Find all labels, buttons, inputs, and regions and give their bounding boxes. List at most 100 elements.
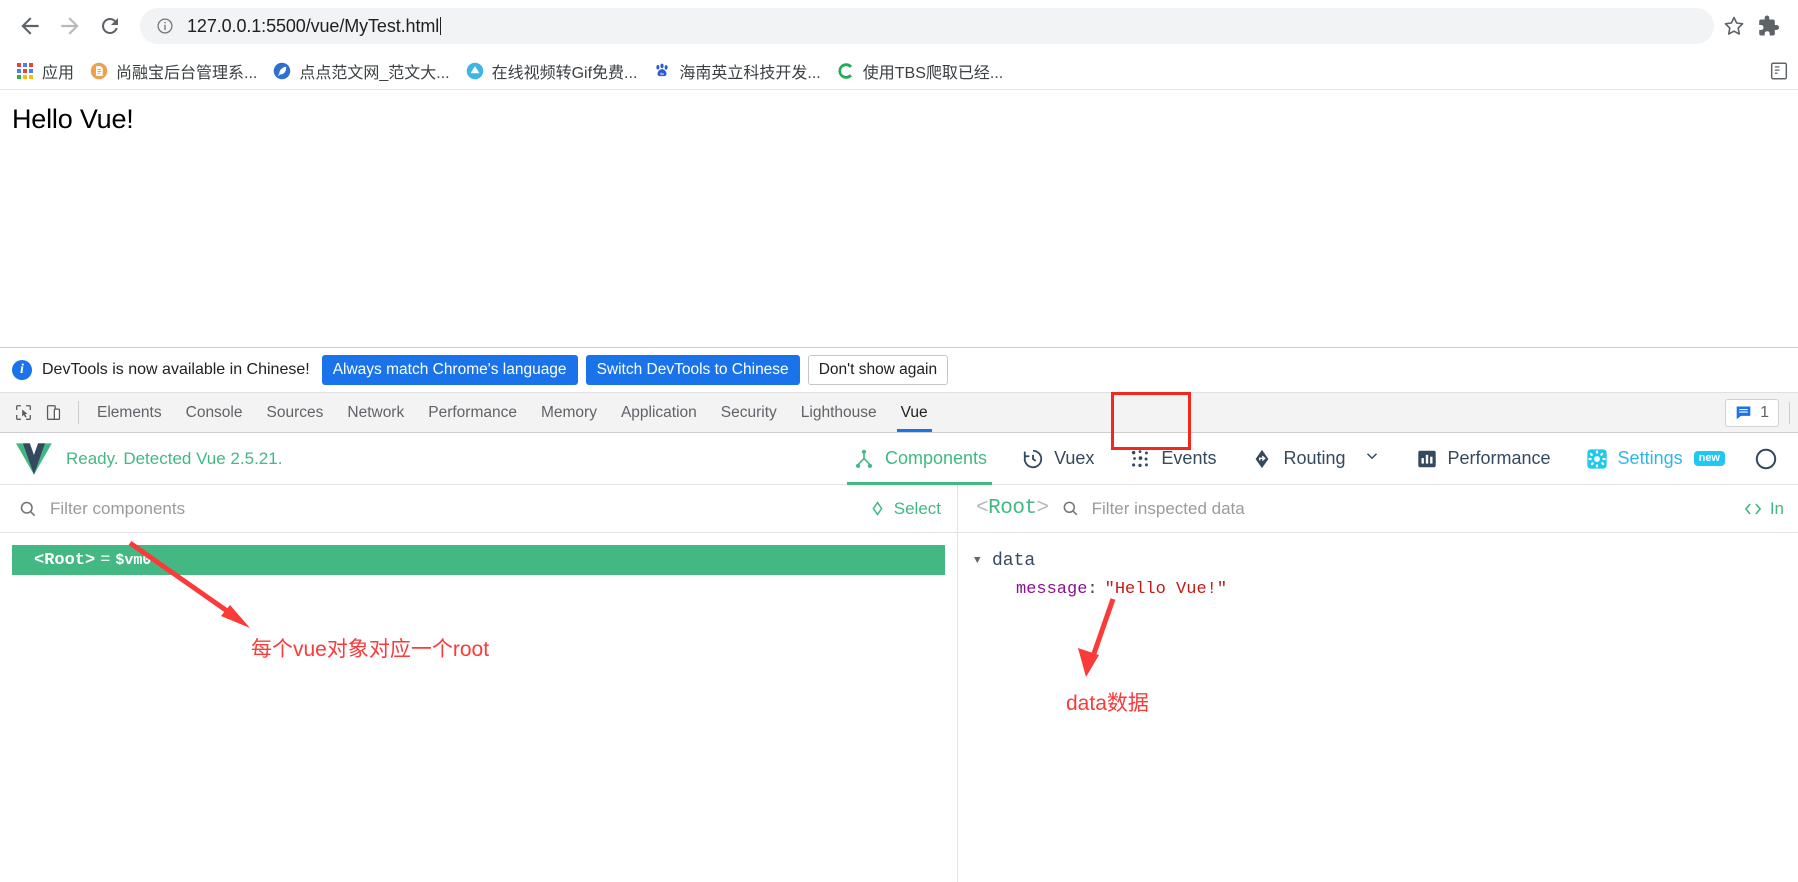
bookmark-label: 点点范文网_范文大... bbox=[299, 64, 450, 82]
forward-arrow-icon bbox=[61, 17, 79, 35]
devtools-tool-icons bbox=[0, 393, 72, 432]
devtools-panel: i DevTools is now available in Chinese! … bbox=[0, 347, 1798, 882]
refresh-circle-icon bbox=[1754, 447, 1778, 471]
filter-components-input[interactable] bbox=[50, 498, 856, 519]
address-bar-url[interactable]: 127.0.0.1:5500/vue/MyTest.html bbox=[187, 16, 1700, 37]
page-title: Hello Vue! bbox=[12, 104, 134, 134]
message-count-button[interactable]: 1 bbox=[1725, 398, 1779, 427]
tab-performance[interactable]: Performance bbox=[416, 393, 529, 432]
data-entry-value: "Hello Vue!" bbox=[1104, 579, 1228, 599]
vue-nav-performance[interactable]: Performance bbox=[1398, 433, 1568, 485]
tab-application[interactable]: Application bbox=[609, 393, 709, 432]
data-group-header[interactable]: ▼ data bbox=[958, 547, 1798, 575]
devtools-tab-bar: Elements Console Sources Network Perform… bbox=[0, 392, 1798, 450]
vue-nav-label: Vuex bbox=[1054, 448, 1095, 468]
vue-nav-label: Performance bbox=[1447, 448, 1551, 468]
vue-nav-vuex[interactable]: Vuex bbox=[1004, 433, 1111, 485]
message-count-value: 1 bbox=[1760, 403, 1769, 421]
bookmark-item[interactable]: 在线视频转Gif免费... bbox=[458, 57, 646, 85]
bookmark-item[interactable]: 使用TBS爬取已经... bbox=[829, 57, 1011, 85]
browser-window: 127.0.0.1:5500/vue/MyTest.html 应用 尚融宝后台管… bbox=[0, 0, 1798, 882]
caret-down-icon[interactable]: ▼ bbox=[974, 555, 988, 567]
tab-memory[interactable]: Memory bbox=[529, 393, 609, 432]
vue-nav-settings[interactable]: Settings new bbox=[1568, 433, 1742, 485]
reload-icon bbox=[101, 17, 118, 34]
vue-nav-label: Components bbox=[885, 448, 988, 468]
data-entry-row[interactable]: message : "Hello Vue!" bbox=[958, 575, 1798, 603]
angle-close: > bbox=[1036, 497, 1050, 520]
vue-nav-routing[interactable]: Routing bbox=[1233, 433, 1397, 485]
tab-security[interactable]: Security bbox=[709, 393, 789, 432]
dont-show-again-button[interactable]: Don't show again bbox=[807, 355, 949, 385]
vue-nav-refresh[interactable] bbox=[1742, 433, 1784, 485]
info-icon: i bbox=[12, 360, 32, 380]
chevron-down-icon[interactable] bbox=[1363, 447, 1381, 470]
inspect-element-icon[interactable] bbox=[10, 400, 36, 426]
component-tag: <Root> bbox=[34, 550, 96, 570]
inspected-component-name: <Root> bbox=[976, 497, 1049, 520]
feather-icon bbox=[273, 62, 291, 80]
routing-arrow-icon bbox=[1250, 447, 1274, 471]
back-button[interactable] bbox=[10, 6, 50, 46]
new-badge: new bbox=[1693, 451, 1725, 466]
component-tree-row-root[interactable]: <Root> = $vm0 bbox=[12, 545, 945, 575]
switch-devtools-to-chinese-button[interactable]: Switch DevTools to Chinese bbox=[585, 355, 800, 385]
browser-toolbar: 127.0.0.1:5500/vue/MyTest.html bbox=[0, 0, 1798, 52]
tab-sources[interactable]: Sources bbox=[255, 393, 336, 432]
bookmarks-overflow[interactable] bbox=[1768, 60, 1790, 82]
bookmark-item[interactable]: du 海南英立科技开发... bbox=[645, 57, 828, 85]
info-circle-icon[interactable] bbox=[156, 17, 174, 35]
tab-network[interactable]: Network bbox=[335, 393, 416, 432]
vue-devtools: Ready. Detected Vue 2.5.21. Components V… bbox=[0, 433, 1798, 882]
tab-console[interactable]: Console bbox=[174, 393, 255, 432]
devtools-tabbar-right: 1 bbox=[1725, 393, 1798, 432]
vue-nav-events[interactable]: Events bbox=[1111, 433, 1233, 485]
tab-elements[interactable]: Elements bbox=[85, 393, 174, 432]
toolbar-divider bbox=[78, 401, 79, 424]
puzzle-piece-icon bbox=[1759, 15, 1779, 36]
star-icon bbox=[1724, 16, 1744, 35]
events-dots-icon bbox=[1128, 447, 1152, 471]
bookmark-item[interactable]: 尚融宝后台管理系... bbox=[82, 57, 265, 85]
search-icon bbox=[1061, 499, 1080, 518]
root-annotation-text: 每个vue对象对应一个root bbox=[251, 638, 490, 661]
filter-inspected-data-input[interactable] bbox=[1091, 498, 1731, 519]
target-select-icon bbox=[868, 499, 887, 518]
device-toolbar-icon[interactable] bbox=[40, 400, 66, 426]
data-entry-colon: : bbox=[1087, 579, 1098, 599]
inspect-dom-button[interactable]: In bbox=[1743, 499, 1784, 519]
vue-nav-components[interactable]: Components bbox=[835, 433, 1004, 485]
vue-status-text: Ready. Detected Vue 2.5.21. bbox=[66, 448, 283, 468]
bookmark-star-button[interactable] bbox=[1720, 12, 1748, 40]
right-divider bbox=[1789, 401, 1790, 424]
bookmark-apps[interactable]: 应用 bbox=[8, 57, 82, 85]
back-arrow-icon bbox=[21, 17, 39, 35]
select-component-button[interactable]: Select bbox=[868, 499, 941, 519]
banner-message: DevTools is now available in Chinese! bbox=[42, 361, 310, 378]
cloud-icon bbox=[466, 62, 484, 80]
address-bar[interactable]: 127.0.0.1:5500/vue/MyTest.html bbox=[140, 8, 1714, 44]
bookmark-item[interactable]: 点点范文网_范文大... bbox=[265, 57, 457, 85]
component-eq: = bbox=[100, 550, 111, 570]
devtools-language-banner: i DevTools is now available in Chinese! … bbox=[0, 348, 1798, 393]
always-match-language-button[interactable]: Always match Chrome's language bbox=[321, 355, 578, 385]
forward-button[interactable] bbox=[50, 6, 90, 46]
vue-body: Select <Root> = $vm0 bbox=[0, 485, 1798, 882]
vue-nav-label: Routing bbox=[1283, 448, 1346, 468]
tab-vue[interactable]: Vue bbox=[889, 393, 940, 432]
performance-bar-icon bbox=[1415, 447, 1439, 471]
extensions-button[interactable] bbox=[1748, 6, 1788, 46]
data-annotation-text: data数据 bbox=[1066, 692, 1149, 715]
bookmark-label: 应用 bbox=[42, 64, 75, 82]
inspector-header: <Root> Filter inspected data In bbox=[958, 485, 1798, 533]
component-vm-alias: $vm0 bbox=[115, 551, 152, 569]
apps-grid-icon bbox=[16, 62, 34, 80]
settings-gear-icon bbox=[1585, 447, 1609, 471]
bookmark-label: 海南英立科技开发... bbox=[679, 64, 821, 82]
tab-lighthouse[interactable]: Lighthouse bbox=[789, 393, 889, 432]
code-brackets-icon bbox=[1743, 500, 1763, 518]
message-bubble-icon bbox=[1736, 406, 1751, 420]
components-pane: Select <Root> = $vm0 bbox=[0, 485, 958, 882]
c-circle-icon bbox=[837, 62, 855, 80]
reload-button[interactable] bbox=[90, 6, 130, 46]
